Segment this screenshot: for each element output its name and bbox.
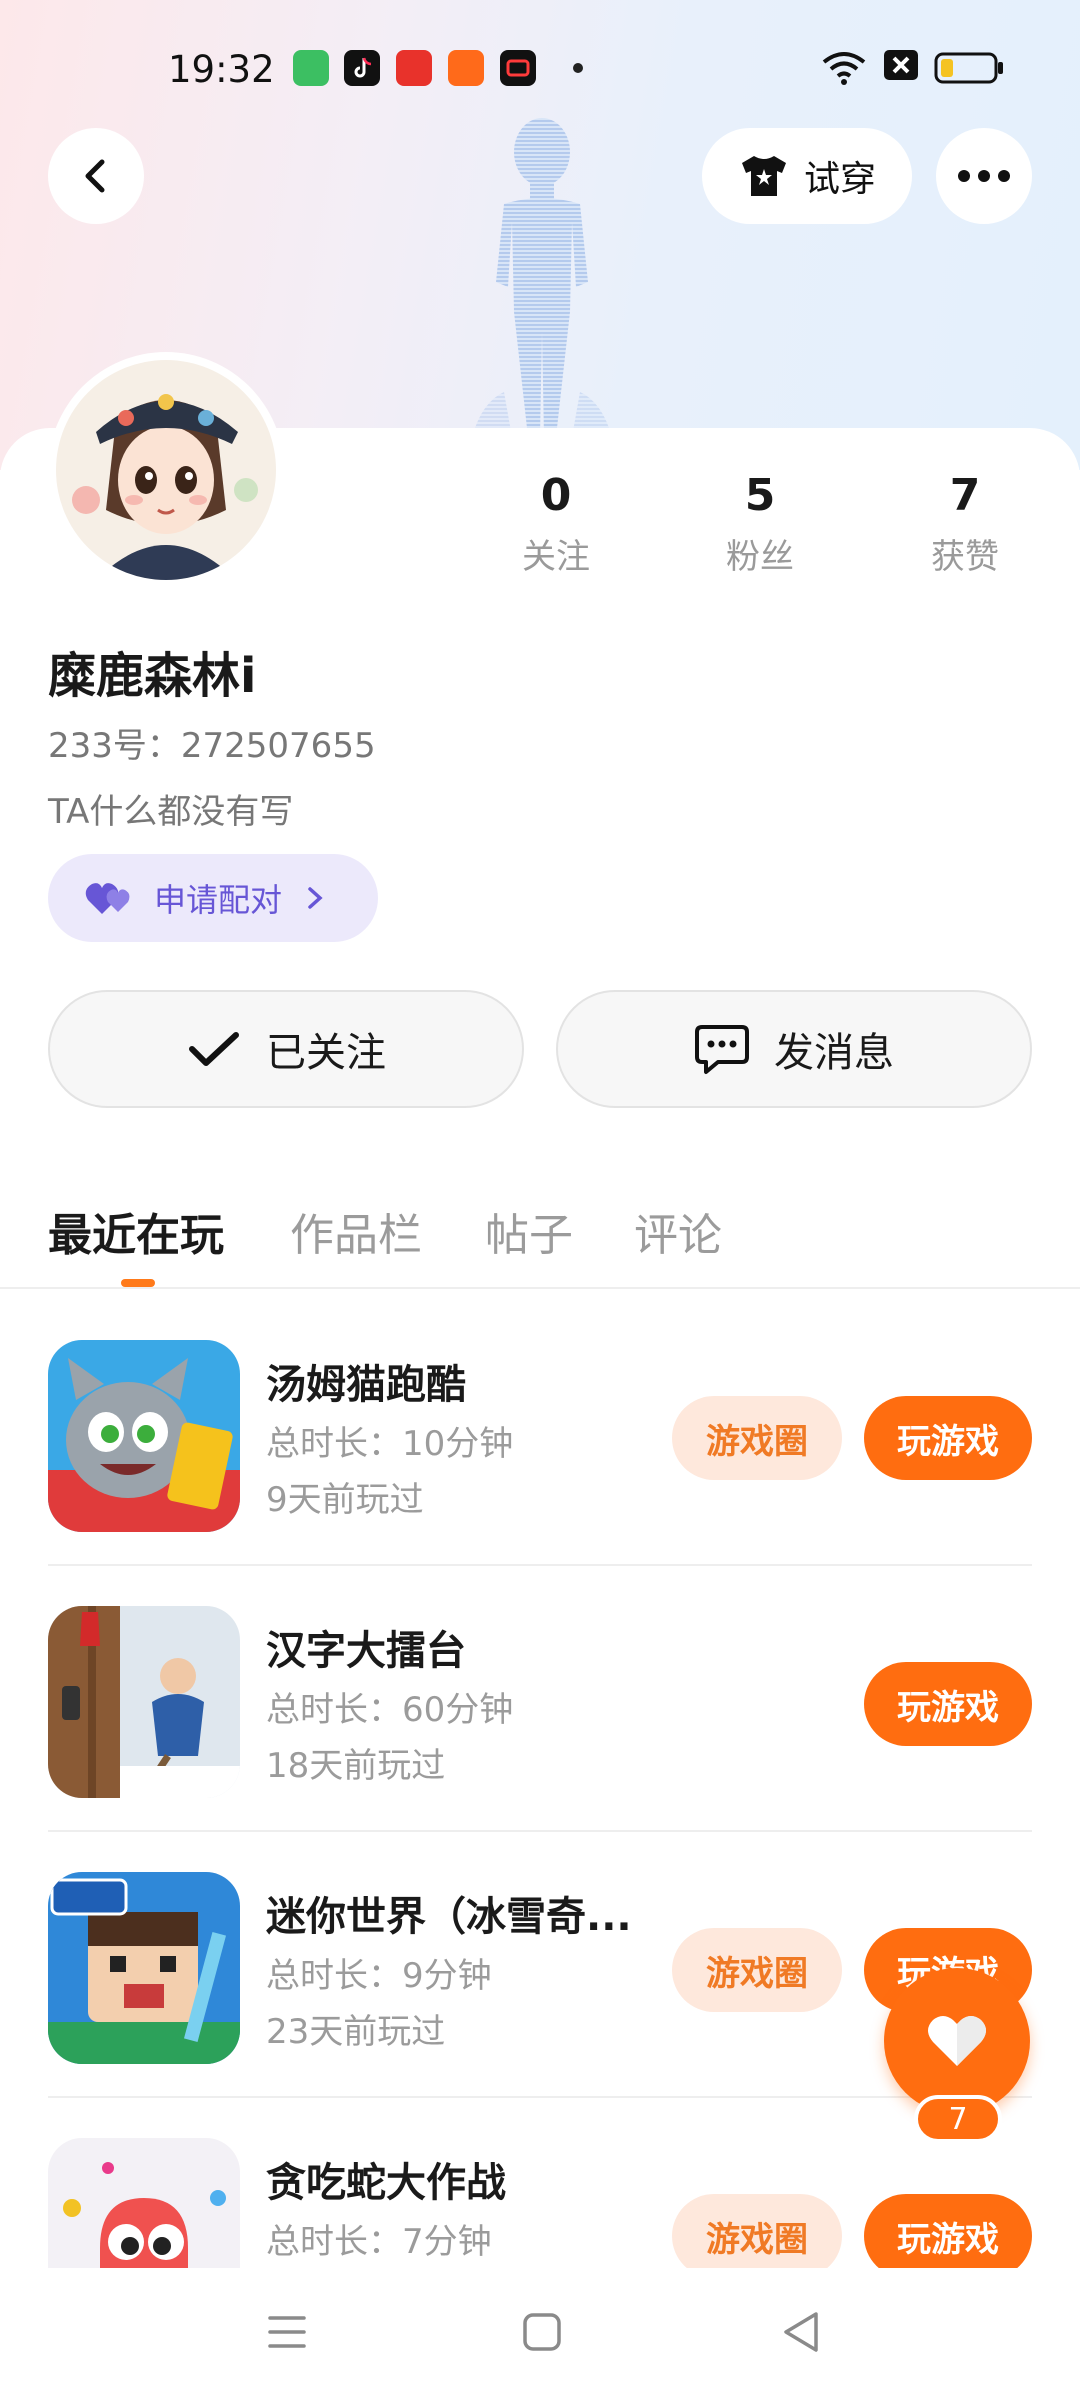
game-name: 迷你世界（冰雪奇...	[266, 1894, 632, 1940]
followers-label: 粉丝	[726, 537, 794, 577]
sim-off-icon	[884, 50, 918, 80]
game-row[interactable]: 汉字大擂台 总时长：60分钟 18天前玩过 玩游戏	[48, 1566, 1032, 1832]
tab-recently-played[interactable]: 最近在玩	[48, 1199, 224, 1263]
chevron-left-icon	[85, 159, 105, 193]
apply-pair-button[interactable]: 申请配对	[48, 854, 378, 942]
followed-button[interactable]: 已关注	[48, 990, 524, 1108]
tiktok-icon	[344, 50, 380, 86]
game-duration: 总时长：9分钟	[266, 1956, 492, 1996]
game-circle-button[interactable]: 游戏圈	[672, 1928, 842, 2012]
shop-app-icon	[293, 50, 329, 86]
like-fab-button[interactable]	[884, 1968, 1030, 2114]
apply-pair-label: 申请配对	[154, 881, 283, 919]
avatar[interactable]	[48, 352, 284, 588]
active-tab-indicator	[121, 1279, 155, 1287]
following-count: 0	[540, 470, 572, 521]
stat-followers[interactable]: 5 粉丝	[690, 470, 830, 578]
try-on-button[interactable]: 试穿	[702, 128, 912, 224]
menu-icon[interactable]	[266, 2312, 308, 2352]
game-row[interactable]: 汤姆猫跑酷 总时长：10分钟 9天前玩过 游戏圈 玩游戏	[48, 1300, 1032, 1566]
tab-posts[interactable]: 帖子	[485, 1199, 573, 1263]
game-icon[interactable]	[48, 1606, 240, 1798]
heart-icon	[928, 2016, 986, 2066]
game-circle-button[interactable]: 游戏圈	[672, 1396, 842, 1480]
play-game-button[interactable]: 玩游戏	[864, 1396, 1032, 1480]
play-game-button[interactable]: 玩游戏	[864, 1662, 1032, 1746]
game-icon[interactable]	[48, 1872, 240, 2064]
game-circle-button[interactable]: 游戏圈	[672, 2194, 842, 2278]
like-count-badge: 7	[914, 2095, 1002, 2143]
profile-tabs: 最近在玩 作品栏 帖子 评论	[0, 1185, 1080, 1289]
game-duration: 总时长：7分钟	[266, 2222, 492, 2262]
back-nav-icon[interactable]	[780, 2310, 822, 2354]
kuaishou-icon	[448, 50, 484, 86]
game-last-played: 9天前玩过	[266, 1480, 424, 1520]
game-name: 贪吃蛇大作战	[266, 2160, 506, 2206]
stat-following[interactable]: 0 关注	[486, 470, 626, 578]
back-button[interactable]	[48, 128, 144, 224]
send-message-label: 发消息	[774, 1030, 894, 1076]
game-row[interactable]: 迷你世界（冰雪奇... 总时长：9分钟 23天前玩过 游戏圈 玩游戏	[48, 1832, 1032, 2098]
wifi-icon	[822, 52, 866, 85]
play-game-button[interactable]: 玩游戏	[864, 2194, 1032, 2278]
tab-comments[interactable]: 评论	[634, 1199, 722, 1263]
check-icon	[189, 1032, 239, 1066]
user-id: 233号：272507655	[48, 726, 376, 766]
game-name: 汤姆猫跑酷	[266, 1362, 466, 1408]
status-time: 19:32	[168, 48, 275, 91]
following-label: 关注	[522, 537, 590, 577]
game-duration: 总时长：60分钟	[266, 1690, 514, 1730]
game-last-played: 18天前玩过	[266, 1746, 446, 1786]
shirt-icon	[741, 156, 786, 196]
likes-count: 7	[949, 470, 981, 521]
avatar-image	[56, 360, 276, 580]
game-duration: 总时长：10分钟	[266, 1424, 514, 1464]
likes-label: 获赞	[931, 537, 999, 577]
avatar-3d-figure[interactable]	[452, 112, 632, 437]
toutiao-icon	[396, 50, 432, 86]
more-dots-icon	[958, 170, 1010, 182]
status-bar: 19:32	[0, 0, 1080, 140]
tab-works[interactable]: 作品栏	[290, 1199, 422, 1263]
followed-label: 已关注	[266, 1030, 386, 1076]
more-notifications-dot	[573, 63, 583, 73]
followers-count: 5	[744, 470, 776, 521]
chat-bubble-icon	[695, 1025, 749, 1074]
chevron-right-icon	[308, 887, 323, 909]
user-bio: TA什么都没有写	[48, 792, 294, 832]
game-name: 汉字大擂台	[266, 1628, 466, 1674]
more-button[interactable]	[936, 128, 1032, 224]
double-heart-icon	[85, 883, 130, 914]
game-icon[interactable]	[48, 1340, 240, 1532]
stat-likes[interactable]: 7 获赞	[895, 470, 1035, 578]
try-on-label: 试穿	[803, 159, 876, 200]
game-last-played: 23天前玩过	[266, 2012, 446, 2052]
battery-icon	[934, 52, 1003, 84]
record-icon	[500, 50, 536, 86]
send-message-button[interactable]: 发消息	[556, 990, 1032, 1108]
system-navigation-bar	[0, 2268, 1080, 2400]
home-icon[interactable]	[522, 2312, 562, 2352]
username: 糜鹿森林i	[48, 648, 257, 704]
